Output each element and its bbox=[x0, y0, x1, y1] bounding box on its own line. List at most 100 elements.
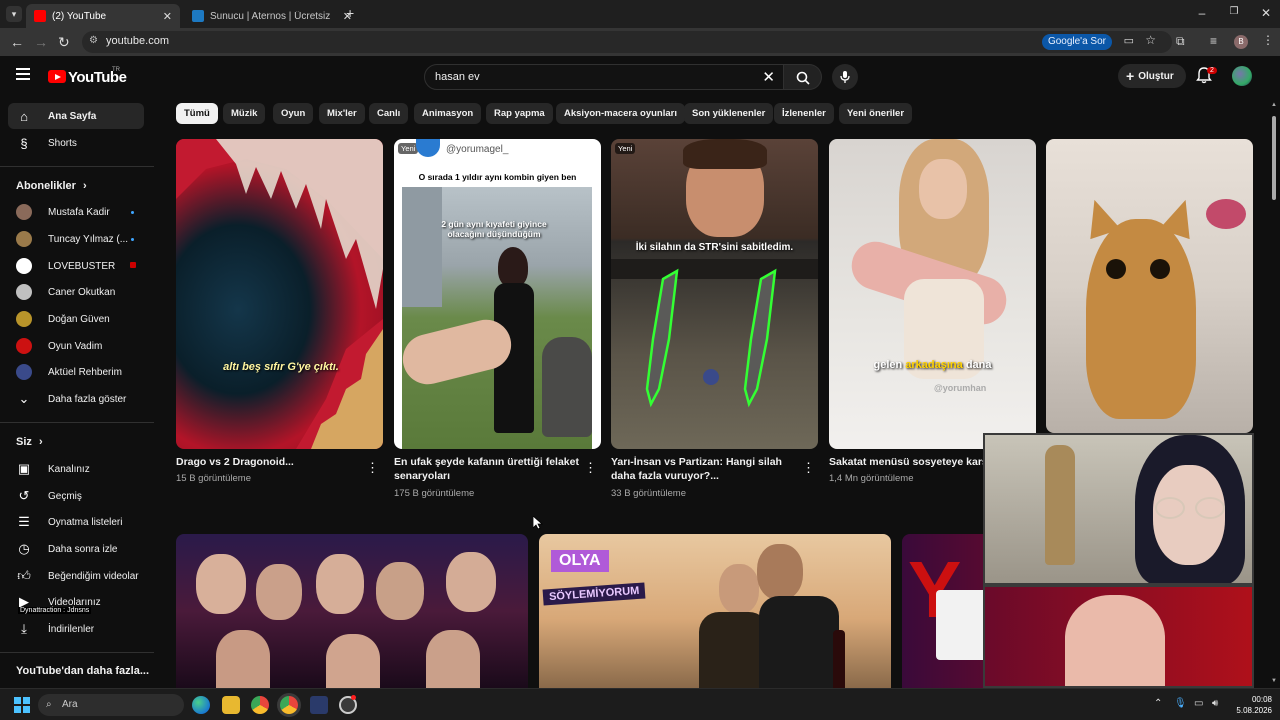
chip-watched[interactable]: İzlenenler bbox=[774, 103, 834, 124]
tab-youtube[interactable]: (2) YouTube ✕ bbox=[26, 4, 180, 28]
monitor-icon[interactable]: ▭ bbox=[1194, 698, 1203, 709]
site-info-icon[interactable]: ⚙ bbox=[89, 35, 98, 46]
page-scrollbar[interactable]: ▲ ▼ bbox=[1270, 100, 1278, 686]
close-tab-icon[interactable]: ✕ bbox=[163, 10, 172, 23]
url-text[interactable]: youtube.com bbox=[106, 35, 169, 47]
sidebar-sub-item[interactable]: Mustafa Kadir bbox=[8, 199, 144, 225]
video-title[interactable]: Drago vs 2 Dragonoid... bbox=[176, 455, 356, 469]
taskbar-search[interactable]: ⌕ Ara bbox=[38, 694, 184, 716]
microphone-icon[interactable]: 🎙︎ bbox=[1174, 698, 1187, 709]
thumbnail-caption: İki silahın da STR'sini sabitledim. bbox=[635, 242, 794, 253]
chip-all[interactable]: Tümü bbox=[176, 103, 218, 124]
more-from-youtube-header: YouTube'dan daha fazla... bbox=[16, 665, 149, 677]
windows-start-icon[interactable] bbox=[14, 697, 30, 713]
sidebar-item-label: Daha sonra izle bbox=[48, 543, 118, 555]
sidebar-item-your-channel[interactable]: ▣ Kanalınız bbox=[8, 456, 144, 482]
more-actions-icon[interactable]: ⋮ bbox=[366, 460, 379, 476]
scroll-down-icon[interactable]: ▼ bbox=[1271, 678, 1277, 684]
profile-avatar[interactable]: B bbox=[1234, 35, 1248, 49]
search-button[interactable] bbox=[784, 64, 822, 90]
chip-action-adventure[interactable]: Aksiyon-macera oyunları bbox=[556, 103, 685, 124]
video-thumbnail[interactable]: Yeni @yorumagel_ O sırada 1 yıldır aynı … bbox=[394, 139, 601, 449]
forward-icon[interactable]: → bbox=[34, 34, 48, 50]
video-thumbnail[interactable]: Yeni İki silahın da STR'sini sabitledim. bbox=[611, 139, 818, 449]
video-thumbnail[interactable]: altı beş sıfır G'ye çıktı. bbox=[176, 139, 383, 449]
sidebar-item-label: Tuncay Yılmaz (... bbox=[48, 233, 129, 245]
restore-icon[interactable]: ❐ bbox=[1224, 6, 1244, 17]
sidebar-item-shorts[interactable]: § Shorts bbox=[8, 130, 144, 156]
cast-icon[interactable]: ▭ bbox=[1124, 34, 1134, 47]
clear-search-icon[interactable]: ✕ bbox=[762, 68, 775, 86]
toy-graphic bbox=[1206, 199, 1246, 229]
extensions-icon[interactable]: ⧉ bbox=[1176, 34, 1185, 49]
youtube-logo-icon[interactable] bbox=[48, 70, 66, 83]
face-graphic bbox=[919, 159, 967, 219]
account-avatar[interactable] bbox=[1232, 66, 1252, 86]
sidebar-sub-item[interactable]: Oyun Vadim bbox=[8, 333, 144, 359]
video-thumbnail[interactable] bbox=[1046, 139, 1253, 433]
sidebar-item-watch-later[interactable]: ◷ Daha sonra izle bbox=[8, 536, 144, 562]
sidebar-sub-item[interactable]: LOVEBUSTER bbox=[8, 253, 144, 279]
scrollbar-thumb[interactable] bbox=[1272, 116, 1276, 200]
chip-animation[interactable]: Animasyon bbox=[414, 103, 482, 124]
chip-live[interactable]: Canlı bbox=[369, 103, 409, 124]
file-explorer-icon[interactable] bbox=[222, 696, 240, 714]
app-icon[interactable] bbox=[310, 696, 328, 714]
sidebar-item-history[interactable]: ↺ Geçmiş bbox=[8, 483, 144, 509]
chip-mixes[interactable]: Mix'ler bbox=[319, 103, 365, 124]
sidebar-item-liked-videos[interactable]: 👍︎ Beğendiğim videolar bbox=[8, 563, 144, 589]
you-header[interactable]: Siz › bbox=[16, 436, 43, 448]
tray-chevron-icon[interactable]: ⌃ bbox=[1154, 698, 1162, 709]
video-thumbnail[interactable] bbox=[176, 534, 528, 688]
show-more-button[interactable]: ⌄ Daha fazla göster bbox=[8, 386, 144, 412]
new-tab-button[interactable]: + bbox=[346, 5, 354, 21]
reading-list-icon[interactable]: ≡ bbox=[1210, 34, 1217, 48]
taskbar-clock[interactable]: 00:08 5.08.2026 bbox=[1228, 694, 1272, 716]
google-ask-button[interactable]: Google'a Sor bbox=[1041, 34, 1112, 50]
back-icon[interactable]: ← bbox=[10, 34, 24, 50]
video-title[interactable]: En ufak şeyde kafanın ürettiği felaket s… bbox=[394, 455, 579, 483]
guide-menu-icon[interactable] bbox=[16, 68, 30, 80]
sidebar-item-home[interactable]: ⌂ Ana Sayfa bbox=[8, 103, 144, 129]
address-bar[interactable]: ⚙ youtube.com Google'a Sor ▭ ☆ bbox=[82, 31, 1172, 53]
subscriptions-header[interactable]: Abonelikler › bbox=[16, 180, 87, 192]
chip-rap[interactable]: Rap yapma bbox=[486, 103, 553, 124]
volume-icon[interactable]: 🔊︎ bbox=[1212, 698, 1218, 709]
sidebar-item-downloads[interactable]: ⤓ İndirilenler bbox=[8, 616, 144, 642]
scroll-up-icon[interactable]: ▲ bbox=[1271, 102, 1277, 108]
video-title[interactable]: Sakatat menüsü sosyeteye karşı bbox=[829, 455, 989, 469]
chip-new-to-you[interactable]: Yeni öneriler bbox=[839, 103, 913, 124]
create-button[interactable]: + Oluştur bbox=[1118, 64, 1186, 88]
video-thumbnail[interactable]: OLYA SÖYLEMİYORUM bbox=[539, 534, 891, 688]
chrome-icon[interactable] bbox=[251, 696, 269, 714]
person-figure bbox=[216, 630, 270, 688]
edge-icon[interactable] bbox=[192, 696, 210, 714]
chip-music[interactable]: Müzik bbox=[223, 103, 266, 124]
watch-later-icon: ◷ bbox=[18, 541, 30, 556]
sidebar-sub-item[interactable]: Doğan Güven bbox=[8, 306, 144, 332]
tab-aternos[interactable]: Sunucu | Aternos | Ücretsiz Min ✕ bbox=[184, 4, 360, 28]
sidebar-sub-item[interactable]: Tuncay Yılmaz (... bbox=[8, 226, 144, 252]
channel-avatar bbox=[416, 139, 440, 157]
search-input[interactable]: hasan ev ✕ bbox=[424, 64, 784, 90]
chrome-icon[interactable] bbox=[280, 696, 298, 714]
reload-icon[interactable]: ↻ bbox=[58, 34, 70, 51]
browser-menu-icon[interactable]: ⋮ bbox=[1262, 33, 1274, 47]
minimize-icon[interactable]: – bbox=[1192, 6, 1212, 20]
video-thumbnail[interactable]: gelen arkadaşına dana @yorumhan bbox=[829, 139, 1036, 449]
voice-search-button[interactable] bbox=[832, 64, 858, 90]
more-actions-icon[interactable]: ⋮ bbox=[584, 460, 597, 476]
close-window-icon[interactable]: ✕ bbox=[1256, 6, 1276, 20]
glasses-icon bbox=[1155, 497, 1185, 519]
sidebar-item-playlists[interactable]: ☰ Oynatma listeleri bbox=[8, 509, 144, 535]
chip-recently-uploaded[interactable]: Son yüklenenler bbox=[684, 103, 774, 124]
chip-gaming[interactable]: Oyun bbox=[273, 103, 314, 124]
more-actions-icon[interactable]: ⋮ bbox=[802, 460, 815, 476]
bookmark-star-icon[interactable]: ☆ bbox=[1145, 33, 1156, 47]
video-title[interactable]: Yarı-İnsan vs Partizan: Hangi silah daha… bbox=[611, 455, 796, 483]
shorts-icon: § bbox=[20, 135, 28, 151]
search-value[interactable]: hasan ev bbox=[435, 71, 480, 83]
sidebar-sub-item[interactable]: Aktüel Rehberim bbox=[8, 359, 144, 385]
sidebar-sub-item[interactable]: Caner Okutkan bbox=[8, 279, 144, 305]
tab-list-button[interactable]: ▾ bbox=[6, 6, 22, 22]
